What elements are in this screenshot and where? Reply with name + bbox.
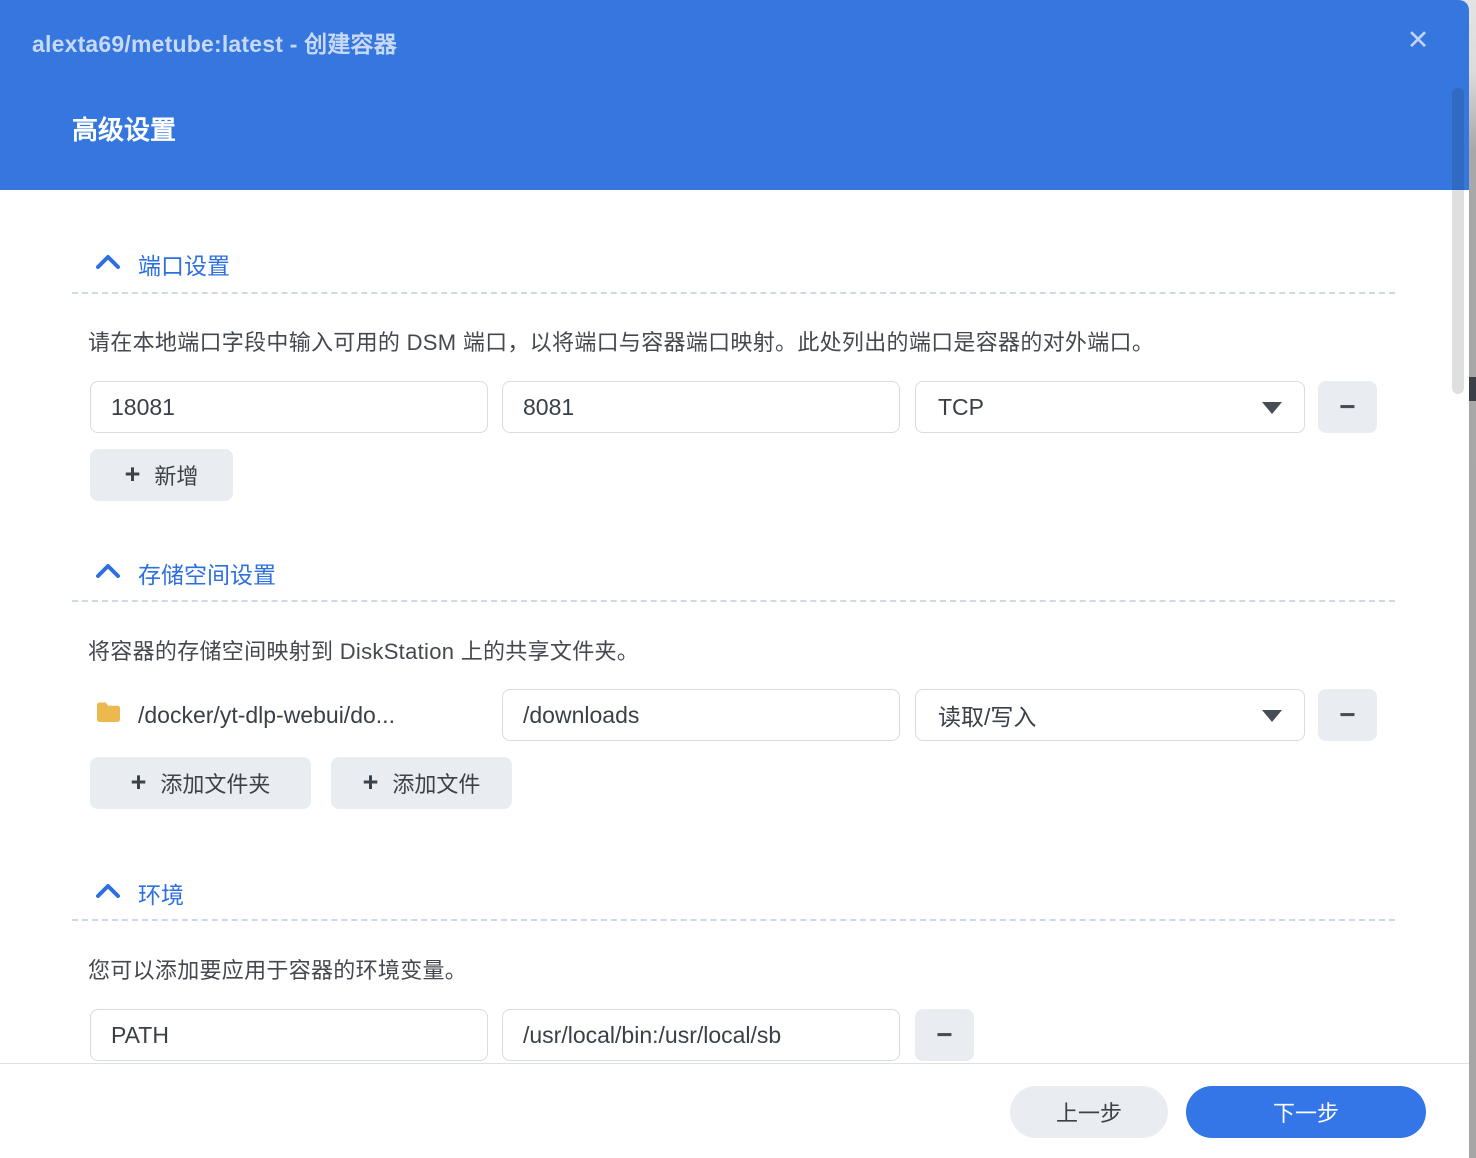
divider	[72, 292, 1395, 294]
scrollbar[interactable]	[1452, 88, 1464, 394]
window-title: alexta69/metube:latest - 创建容器	[32, 31, 397, 57]
next-step-button[interactable]: 下一步	[1186, 1086, 1426, 1138]
ports-description: 请在本地端口字段中输入可用的 DSM 端口，以将端口与容器端口映射。此处列出的端…	[88, 330, 1155, 355]
folder-icon	[95, 701, 122, 730]
host-folder-picker[interactable]: /docker/yt-dlp-webui/do...	[95, 689, 395, 741]
env-variable-input[interactable]	[90, 1009, 488, 1061]
host-folder-path: /docker/yt-dlp-webui/do...	[138, 701, 395, 728]
permission-select[interactable]: 读取/写入	[915, 689, 1305, 741]
local-port-input[interactable]	[90, 381, 488, 433]
divider	[72, 600, 1395, 602]
add-folder-label: 添加文件夹	[160, 772, 271, 797]
add-folder-button[interactable]: + 添加文件夹	[90, 757, 311, 809]
page-title: 高级设置	[72, 115, 177, 145]
section-title-ports[interactable]: 端口设置	[138, 247, 230, 281]
dialog-footer: 上一步 下一步	[0, 1063, 1469, 1158]
section-title-storage[interactable]: 存储空间设置	[138, 556, 276, 590]
container-port-input[interactable]	[502, 381, 900, 433]
divider	[72, 919, 1395, 921]
remove-storage-button[interactable]: −	[1318, 689, 1377, 741]
add-port-button[interactable]: + 新增	[90, 449, 233, 501]
create-container-dialog: alexta69/metube:latest - 创建容器 ✕ 高级设置 端口设…	[0, 0, 1469, 1158]
storage-description: 将容器的存储空间映射到 DiskStation 上的共享文件夹。	[88, 639, 640, 664]
plus-icon: +	[124, 458, 141, 489]
remove-env-button[interactable]: −	[915, 1009, 974, 1061]
env-value-input[interactable]	[502, 1009, 900, 1061]
previous-step-button[interactable]: 上一步	[1010, 1086, 1168, 1138]
permission-select-value: 读取/写入	[938, 704, 1037, 730]
remove-port-button[interactable]: −	[1318, 381, 1377, 433]
mount-path-input[interactable]	[502, 689, 900, 741]
close-icon[interactable]: ✕	[1398, 20, 1438, 60]
chevron-up-icon[interactable]	[95, 883, 121, 899]
chevron-up-icon[interactable]	[95, 563, 121, 579]
add-file-button[interactable]: + 添加文件	[331, 757, 512, 809]
plus-icon: +	[362, 766, 379, 797]
plus-icon: +	[130, 766, 147, 797]
protocol-select-value: TCP	[938, 393, 984, 420]
environment-description: 您可以添加要应用于容器的环境变量。	[88, 958, 468, 983]
chevron-down-icon	[1262, 402, 1282, 414]
protocol-select[interactable]: TCP	[915, 381, 1305, 433]
add-port-label: 新增	[154, 464, 199, 489]
add-file-label: 添加文件	[392, 772, 481, 797]
background-window-fragment	[1469, 377, 1476, 401]
dialog-header: alexta69/metube:latest - 创建容器 ✕ 高级设置	[0, 0, 1469, 190]
section-title-environment[interactable]: 环境	[138, 876, 184, 910]
chevron-down-icon	[1262, 710, 1282, 722]
chevron-up-icon[interactable]	[95, 254, 121, 270]
